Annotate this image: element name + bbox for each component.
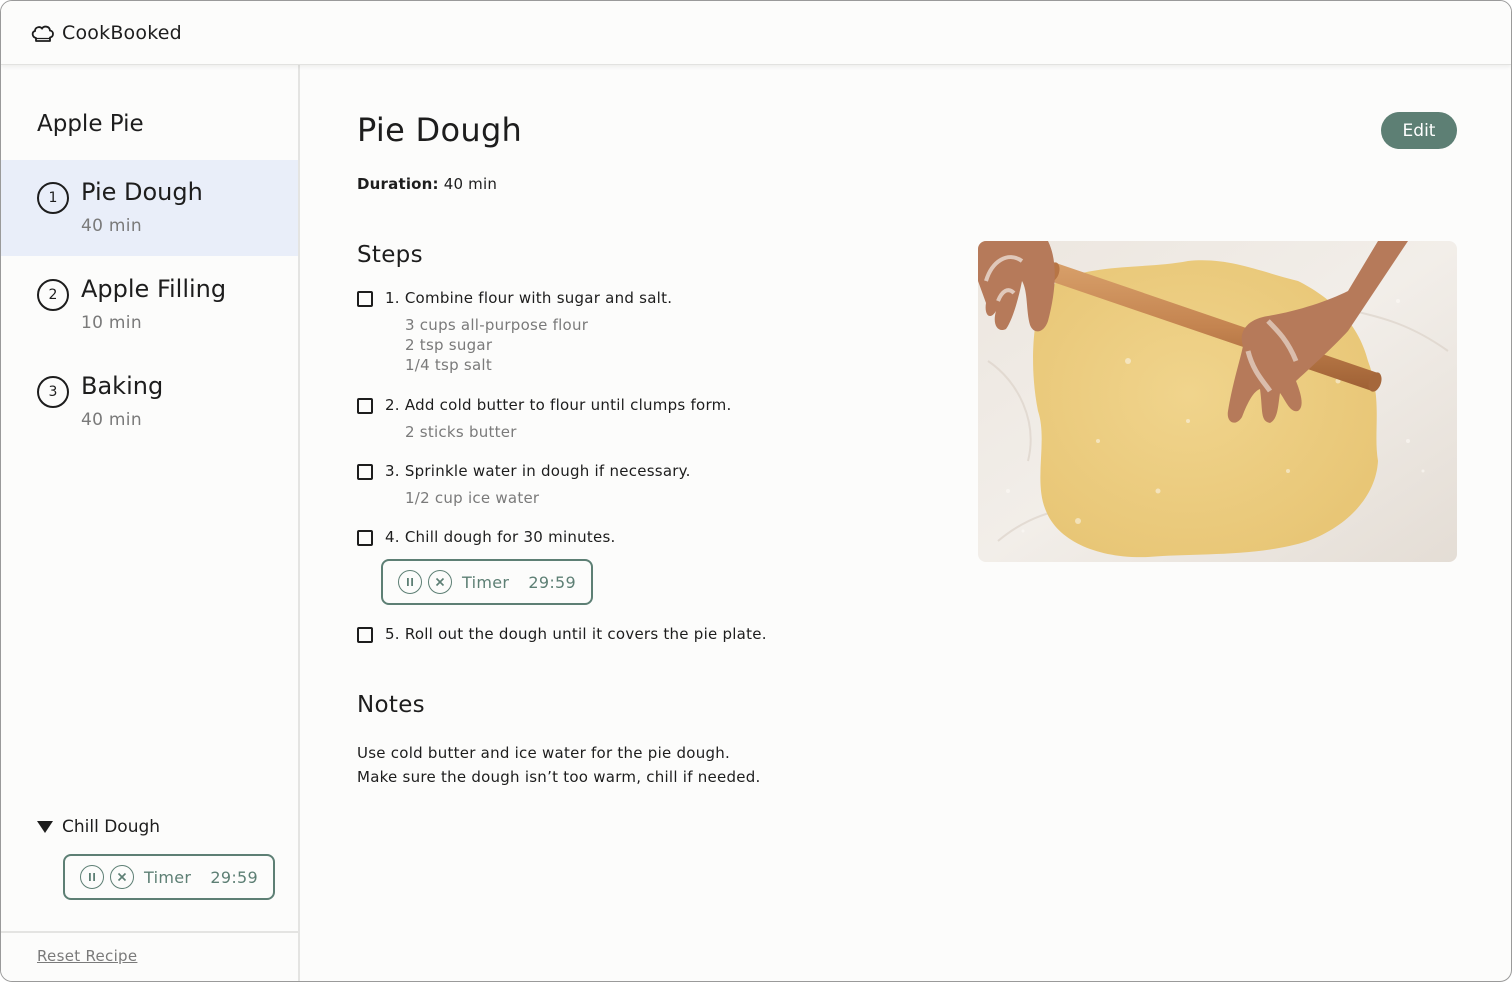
step-checkbox[interactable] (357, 627, 373, 643)
note-line: Use cold butter and ice water for the pi… (357, 744, 730, 762)
step-number-badge: 1 (37, 182, 69, 214)
sidebar-item-pie-dough[interactable]: 1 Pie Dough 40 min (1, 160, 298, 256)
step-checkbox[interactable] (357, 398, 373, 414)
step-text: 3. Sprinkle water in dough if necessary. (385, 462, 691, 480)
step-checkbox[interactable] (357, 291, 373, 307)
reset-recipe-link[interactable]: Reset Recipe (37, 947, 137, 965)
ingredient: 3 cups all-purpose flour (405, 316, 589, 334)
edit-button[interactable]: Edit (1381, 112, 1457, 149)
chef-hat-icon (30, 22, 56, 44)
steps-heading: Steps (357, 242, 423, 268)
step-text: 1. Combine flour with sugar and salt. (385, 289, 673, 307)
timer-label: Timer (462, 572, 510, 592)
ingredient: 1/4 tsp salt (405, 356, 492, 374)
close-icon[interactable] (110, 865, 134, 889)
sidebar-footer: Reset Recipe (1, 931, 298, 981)
step-checkbox[interactable] (357, 530, 373, 546)
sidebar-item-duration: 40 min (81, 216, 142, 236)
ingredient: 1/2 cup ice water (405, 489, 540, 507)
app-window: CookBooked Apple Pie 1 Pie Dough 40 min … (0, 0, 1512, 982)
sidebar-item-apple-filling[interactable]: 2 Apple Filling 10 min (1, 257, 298, 353)
step-number-badge: 3 (37, 376, 69, 408)
step-text: 5. Roll out the dough until it covers th… (385, 625, 767, 643)
timer-label: Timer (144, 867, 192, 887)
note-line: Make sure the dough isn’t too warm, chil… (357, 768, 761, 786)
sidebar-item-label: Apple Filling (81, 275, 227, 303)
page-title: Pie Dough (357, 111, 523, 149)
recipe-photo (978, 241, 1457, 562)
sidebar: Apple Pie 1 Pie Dough 40 min 2 Apple Fil… (1, 65, 300, 981)
sidebar-item-label: Baking (81, 372, 164, 400)
duration-value: 40 min (443, 175, 498, 193)
active-timer-name: Chill Dough (62, 817, 161, 837)
app-title: CookBooked (62, 21, 182, 44)
sidebar-timer: Timer 29:59 (63, 854, 275, 900)
triangle-down-icon (37, 821, 53, 833)
duration-label: Duration: (357, 175, 439, 193)
pause-icon[interactable] (80, 865, 104, 889)
timer-countdown: 29:59 (210, 867, 258, 887)
sidebar-item-label: Pie Dough (81, 178, 203, 206)
notes-heading: Notes (357, 692, 425, 718)
step-text: 4. Chill dough for 30 minutes. (385, 528, 616, 546)
active-timer-section: Chill Dough (37, 817, 160, 837)
active-timer-toggle[interactable]: Chill Dough (37, 817, 160, 837)
ingredient: 2 sticks butter (405, 423, 517, 441)
duration-line: Duration: 40 min (357, 175, 497, 193)
pause-icon[interactable] (398, 570, 422, 594)
recipe-title: Apple Pie (37, 111, 144, 137)
step-timer: Timer 29:59 (381, 559, 593, 605)
sidebar-item-baking[interactable]: 3 Baking 40 min (1, 354, 298, 450)
top-bar: CookBooked (1, 1, 1511, 65)
step-number-badge: 2 (37, 279, 69, 311)
step-text: 2. Add cold butter to flour until clumps… (385, 396, 732, 414)
ingredient: 2 tsp sugar (405, 336, 493, 354)
timer-countdown: 29:59 (528, 572, 576, 592)
sidebar-item-duration: 40 min (81, 410, 142, 430)
close-icon[interactable] (428, 570, 452, 594)
step-detail: Pie Dough Edit Duration: 40 min Steps 1.… (302, 65, 1511, 981)
step-checkbox[interactable] (357, 464, 373, 480)
notes-text: Use cold butter and ice water for the pi… (357, 741, 761, 789)
sidebar-item-duration: 10 min (81, 313, 142, 333)
